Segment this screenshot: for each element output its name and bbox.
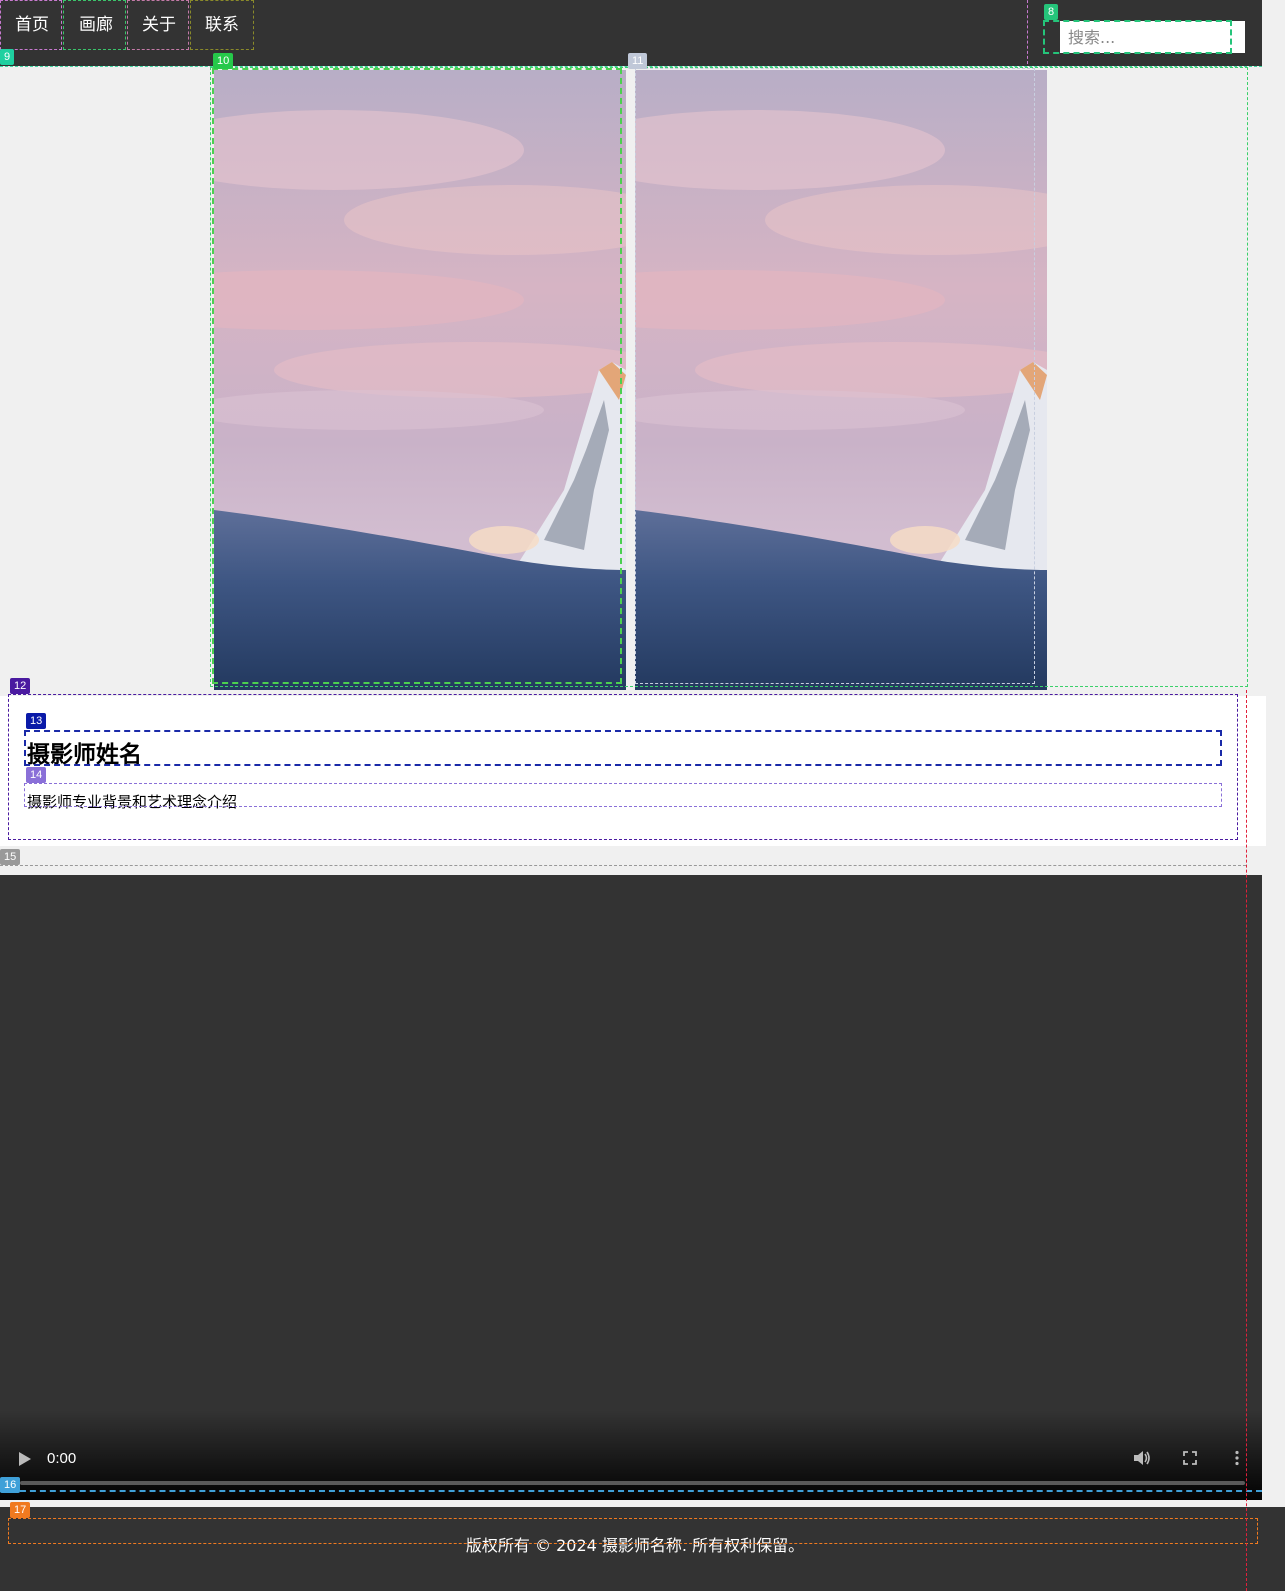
landscape-photo <box>635 70 1047 690</box>
nav-item-about[interactable]: 关于 <box>127 0 191 50</box>
nav-item-home[interactable]: 首页 <box>0 0 64 50</box>
annotation-badge: 12 <box>10 678 31 694</box>
photographer-name: 摄影师姓名 <box>27 742 142 768</box>
annotation-badge: 9 <box>0 49 15 65</box>
annotation-box <box>0 865 1246 867</box>
photographer-bio: 摄影师专业背景和艺术理念介绍 <box>27 793 238 811</box>
more-options-icon[interactable] <box>1234 1450 1240 1466</box>
gallery-image[interactable] <box>635 70 1047 690</box>
annotation-badge: 14 <box>26 767 47 783</box>
gallery-image[interactable] <box>214 70 626 690</box>
search-input[interactable] <box>1060 21 1245 53</box>
video-player[interactable] <box>0 875 1262 1500</box>
nav-item-contact[interactable]: 联系 <box>190 0 254 50</box>
video-time: 0:00 <box>47 1450 77 1467</box>
about-section <box>0 696 1266 846</box>
annotation-badge: 17 <box>10 1502 31 1518</box>
video-controls-gradient <box>0 1410 1262 1500</box>
footer-copyright: 版权所有 © 2024 摄影师名称. 所有权利保留。 <box>465 1536 805 1555</box>
annotation-badge: 11 <box>628 53 648 69</box>
annotation-badge: 10 <box>213 53 234 69</box>
annotation-badge: 15 <box>0 849 21 865</box>
video-progress-bar[interactable] <box>20 1481 1245 1485</box>
nav-item-gallery[interactable]: 画廊 <box>64 0 128 50</box>
play-icon[interactable] <box>18 1451 32 1467</box>
volume-icon[interactable] <box>1133 1450 1151 1466</box>
annotation-badge: 8 <box>1044 4 1059 20</box>
landscape-photo <box>214 70 626 690</box>
fullscreen-icon[interactable] <box>1183 1451 1197 1465</box>
annotation-badge: 16 <box>0 1477 21 1493</box>
annotation-badge: 13 <box>26 713 47 729</box>
